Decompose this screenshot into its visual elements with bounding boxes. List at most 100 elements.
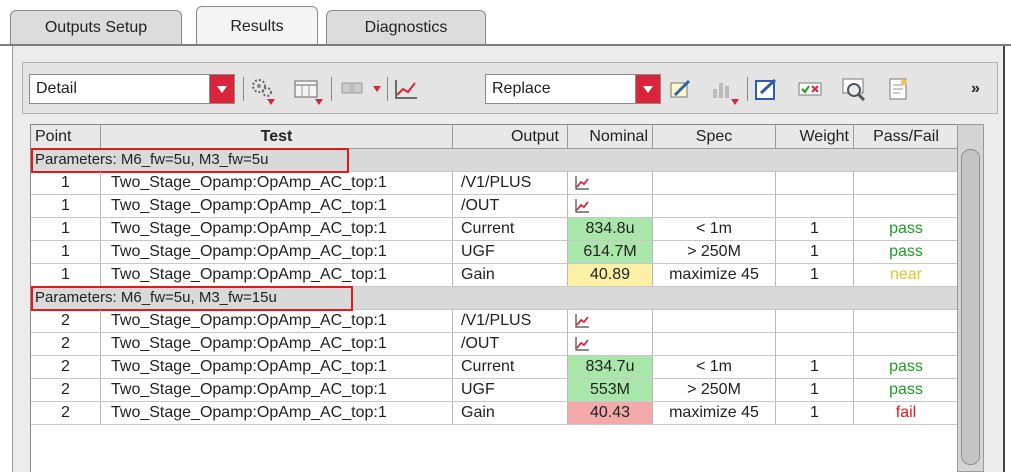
parameter-highlight-box (31, 286, 353, 311)
cell-spec (653, 172, 776, 194)
scrollbar-thumb[interactable] (961, 149, 980, 465)
cell-status (854, 310, 958, 332)
cell-text: 1 (810, 266, 819, 283)
cell-point: 2 (31, 310, 101, 332)
column-header-output[interactable]: Output (453, 125, 568, 148)
cell-nominal: 553M (568, 379, 653, 401)
cell-point: 1 (31, 172, 101, 194)
table-row[interactable]: 1 Two_Stage_Opamp:OpAmp_AC_top:1/V1/PLUS (31, 172, 958, 195)
column-header-pass-fail[interactable]: Pass/Fail (854, 125, 958, 148)
cell-test: Two_Stage_Opamp:OpAmp_AC_top:1 (101, 379, 453, 401)
mode-select[interactable]: Replace (485, 74, 661, 104)
cell-text: 614.7M (583, 243, 637, 260)
cell-spec (653, 333, 776, 355)
waveform-icon[interactable] (574, 313, 590, 329)
table-header: Point Test Output Nominal Spec Weight Pa… (31, 125, 958, 149)
cell-text: Current (461, 220, 515, 237)
cell-text: 40.43 (589, 404, 631, 421)
cell-text: 553M (589, 381, 631, 398)
mode-select-value: Replace (492, 80, 551, 97)
column-header-spec[interactable]: Spec (653, 125, 776, 148)
column-header-nominal[interactable]: Nominal (568, 125, 653, 148)
chevron-down-icon[interactable] (635, 75, 660, 103)
parameter-group-row[interactable]: Parameters: M6_fw=5u, M3_fw=5u (31, 148, 958, 173)
cell-status: near (854, 264, 958, 286)
toolbar-overflow-button[interactable]: » (971, 80, 980, 98)
cell-text: 40.89 (589, 266, 631, 283)
edit-checklist-icon[interactable] (753, 77, 779, 101)
cell-weight (776, 195, 854, 217)
cell-point: 1 (31, 195, 101, 217)
cell-spec: < 1m (653, 218, 776, 240)
parameter-group-row[interactable]: Parameters: M6_fw=5u, M3_fw=15u (31, 286, 958, 311)
waveform-icon[interactable] (574, 336, 590, 352)
column-header-test[interactable]: Test (101, 125, 453, 148)
pass-fail-filter-icon[interactable] (797, 77, 823, 101)
cell-text: pass (889, 220, 923, 237)
table-row[interactable]: 2 Two_Stage_Opamp:OpAmp_AC_top:1 UGF 553M > … (31, 379, 958, 402)
cell-status (854, 195, 958, 217)
waveform-icon[interactable] (574, 175, 590, 191)
gear-menu-icon[interactable] (249, 77, 275, 105)
cell-nominal[interactable] (568, 195, 653, 217)
histogram-menu-icon[interactable] (709, 77, 739, 105)
sort-menu-icon[interactable] (339, 77, 365, 101)
table-row[interactable]: 1 Two_Stage_Opamp:OpAmp_AC_top:1/OUT (31, 195, 958, 218)
cell-weight: 1 (776, 264, 854, 286)
view-select[interactable]: Detail (29, 74, 235, 104)
cell-text: pass (889, 243, 923, 260)
cell-status: pass (854, 356, 958, 378)
cell-text: fail (895, 404, 917, 421)
cell-text: 1 (61, 197, 70, 214)
results-toolbar: Detail Replace » (22, 62, 998, 114)
cell-text: Two_Stage_Opamp:OpAmp_AC_top:1 (111, 220, 387, 237)
cell-test: Two_Stage_Opamp:OpAmp_AC_top:1 (101, 402, 453, 424)
cell-nominal[interactable] (568, 310, 653, 332)
cell-text: > 250M (687, 243, 741, 260)
cell-text: 2 (61, 358, 70, 375)
waveform-icon[interactable] (574, 198, 590, 214)
column-header-weight[interactable]: Weight (776, 125, 854, 148)
table-row[interactable]: 1 Two_Stage_Opamp:OpAmp_AC_top:1 Gain 40.89… (31, 264, 958, 287)
toolbar-separator (747, 77, 748, 101)
cell-test: Two_Stage_Opamp:OpAmp_AC_top:1 (101, 264, 453, 286)
cell-point: 1 (31, 218, 101, 240)
tab-results[interactable]: Results (196, 6, 318, 46)
cell-weight (776, 172, 854, 194)
vertical-scrollbar[interactable] (957, 124, 984, 472)
table-view-menu-icon[interactable] (293, 77, 323, 105)
cell-output: Current (453, 356, 568, 378)
cell-nominal[interactable] (568, 172, 653, 194)
column-header-label: Test (260, 127, 293, 145)
column-header-label: Nominal (589, 127, 648, 145)
column-header-label: Spec (695, 127, 733, 145)
annotate-icon[interactable] (667, 77, 693, 101)
chevron-down-icon[interactable] (373, 86, 381, 92)
cell-text: < 1m (695, 358, 732, 375)
cell-test: Two_Stage_Opamp:OpAmp_AC_top:1 (101, 218, 453, 240)
zoom-results-icon[interactable] (841, 77, 867, 102)
table-row[interactable]: 1 Two_Stage_Opamp:OpAmp_AC_top:1 Current 83… (31, 218, 958, 241)
results-table[interactable]: Point Test Output Nominal Spec Weight Pa… (30, 124, 958, 472)
waveform-icon[interactable] (393, 77, 419, 101)
table-row[interactable]: 1 Two_Stage_Opamp:OpAmp_AC_top:1 UGF 614.7M… (31, 241, 958, 264)
table-row[interactable]: 2 Two_Stage_Opamp:OpAmp_AC_top:1 Gain 40.43… (31, 402, 958, 425)
cell-text: Gain (461, 266, 495, 283)
column-header-label: Pass/Fail (873, 127, 939, 145)
table-row[interactable]: 2 Two_Stage_Opamp:OpAmp_AC_top:1/OUT (31, 333, 958, 356)
cell-nominal: 614.7M (568, 241, 653, 263)
cell-output: /OUT (453, 333, 568, 355)
cell-nominal[interactable] (568, 333, 653, 355)
report-icon[interactable] (885, 77, 911, 101)
toolbar-separator (387, 77, 388, 101)
column-header-point[interactable]: Point (31, 125, 101, 148)
table-row[interactable]: 2 Two_Stage_Opamp:OpAmp_AC_top:1 Current 83… (31, 356, 958, 379)
tab-diagnostics[interactable]: Diagnostics (326, 10, 486, 44)
table-row[interactable]: 2 Two_Stage_Opamp:OpAmp_AC_top:1/V1/PLUS (31, 310, 958, 333)
tab-label: Outputs Setup (44, 18, 148, 36)
cell-spec (653, 310, 776, 332)
cell-output: Current (453, 218, 568, 240)
tab-outputs-setup[interactable]: Outputs Setup (10, 10, 182, 44)
cell-text: Two_Stage_Opamp:OpAmp_AC_top:1 (111, 358, 387, 375)
chevron-down-icon[interactable] (209, 75, 234, 103)
